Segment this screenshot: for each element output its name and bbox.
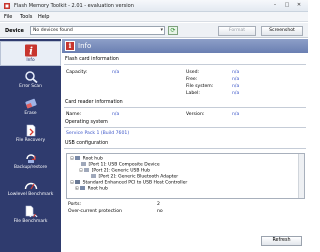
window-title: Flash Memory Toolkit - 2.01 - evaluation… — [14, 3, 134, 9]
refresh-icon: ⟳ — [170, 27, 176, 34]
tree-node[interactable]: ⊞ Root hub — [75, 186, 108, 192]
menu-file[interactable]: File — [4, 14, 12, 20]
sidebar-item-label: Error Scan — [19, 84, 42, 89]
section-usb-configuration: USB configuration — [64, 141, 306, 149]
sidebar-item-erase[interactable]: Erase — [0, 95, 61, 120]
sidebar-item-label: Lowlevel Benchmark — [7, 192, 54, 197]
sidebar-item-file-recovery[interactable]: File Recovery — [0, 122, 61, 147]
panel-title: Info — [78, 42, 92, 50]
over-current-value: no — [157, 209, 163, 214]
sidebar-item-backup-restore[interactable]: Backup/restore — [0, 149, 61, 174]
menu-tools[interactable]: Tools — [20, 14, 32, 20]
used-label: Used: — [186, 70, 200, 75]
lowlevel-benchmark-icon — [24, 182, 37, 190]
title-bar: Flash Memory Toolkit - 2.01 - evaluation… — [0, 0, 308, 12]
reader-name-value: n/a — [112, 112, 120, 117]
device-label: Device — [5, 28, 24, 34]
os-value: Service Pack 1 (Build 7601) — [66, 131, 130, 136]
usb-device-icon — [91, 174, 96, 178]
refresh-devices-button[interactable]: ⟳ — [168, 26, 178, 35]
usb-hub-icon — [80, 186, 86, 190]
over-current-label: Over-current protection — [68, 209, 122, 214]
sidebar: i Info Error Scan Erase File Recovery Ba… — [0, 39, 61, 252]
usb-device-icon — [81, 162, 86, 166]
usb-hub-icon — [84, 168, 90, 172]
sidebar-item-label: Backup/restore — [13, 165, 48, 170]
svg-text:i: i — [29, 47, 33, 58]
section-operating-system: Operating system — [64, 120, 306, 128]
sidebar-item-label: File Recovery — [15, 138, 46, 143]
free-value: n/a — [232, 77, 240, 82]
capacity-value: n/a — [112, 70, 120, 75]
sidebar-item-error-scan[interactable]: Error Scan — [0, 68, 61, 93]
file-benchmark-icon — [25, 205, 38, 218]
tree-scrollbar[interactable] — [298, 154, 304, 198]
filesystem-value: n/a — [232, 84, 240, 89]
sidebar-item-file-benchmark[interactable]: File Benchmark — [0, 203, 61, 228]
reader-version-label: Version: — [186, 112, 205, 117]
panel-header: i Info — [62, 39, 308, 53]
backup-restore-icon — [25, 154, 36, 163]
close-button[interactable]: ✕ — [295, 2, 303, 9]
usb-controller-icon — [75, 180, 81, 184]
device-toolbar: Device No devices found ▾ ⟳ Format Scree… — [0, 23, 308, 38]
usb-hub-icon — [75, 156, 81, 160]
tree-node[interactable]: ⊟ Standard Enhanced PCI to USB Host Cont… — [70, 180, 187, 186]
reader-version-value: n/a — [232, 112, 240, 117]
sidebar-item-label: Info — [26, 58, 35, 63]
tree-node[interactable]: ⊟ [Port 2]: Generic USB Hub — [79, 168, 150, 174]
tree-node[interactable]: [Port 1]: USB Composite Device — [81, 162, 160, 168]
info-icon: i — [65, 41, 75, 51]
sidebar-item-info[interactable]: i Info — [0, 41, 61, 66]
tree-node[interactable]: ⊟ Root hub — [70, 156, 103, 162]
maximize-button[interactable]: □ — [283, 2, 291, 9]
free-label: Free: — [186, 77, 198, 82]
ports-label: Ports: — [68, 202, 82, 207]
refresh-button[interactable]: Refresh — [261, 236, 302, 246]
info-panel: i Info Flash card information Capacity: … — [62, 39, 308, 252]
reader-name-label: Name: — [66, 112, 82, 117]
usb-tree[interactable]: ⊟ Root hub [Port 1]: USB Composite Devic… — [66, 153, 305, 199]
ports-value: 2 — [157, 202, 160, 207]
section-flash-card: Flash card information — [64, 57, 306, 65]
tree-node[interactable]: [Port 2]: Generic Bluetooth Adapter — [91, 174, 178, 180]
app-icon — [4, 3, 10, 9]
minimize-button[interactable]: – — [271, 2, 279, 9]
sidebar-item-label: Erase — [24, 111, 37, 116]
chevron-down-icon: ▾ — [160, 27, 163, 33]
screenshot-button[interactable]: Screenshot — [261, 26, 303, 36]
sidebar-item-lowlevel-benchmark[interactable]: Lowlevel Benchmark — [0, 176, 61, 201]
file-recovery-icon — [26, 124, 35, 137]
section-card-reader: Card reader information — [64, 100, 306, 108]
menu-help[interactable]: Help — [38, 14, 49, 20]
info-icon: i — [24, 44, 37, 58]
format-button[interactable]: Format — [218, 26, 256, 36]
device-select[interactable]: No devices found ▾ — [30, 26, 165, 35]
filesystem-label: File system: — [186, 84, 214, 89]
error-scan-icon — [24, 71, 38, 83]
label-label: Label: — [186, 91, 200, 96]
device-select-value: No devices found — [33, 28, 73, 33]
capacity-label: Capacity: — [66, 70, 88, 75]
sidebar-item-label: File Benchmark — [13, 219, 48, 224]
menu-bar: File Tools Help — [0, 12, 308, 22]
erase-icon — [24, 98, 37, 109]
label-value: n/a — [232, 91, 240, 96]
used-value: n/a — [232, 70, 240, 75]
